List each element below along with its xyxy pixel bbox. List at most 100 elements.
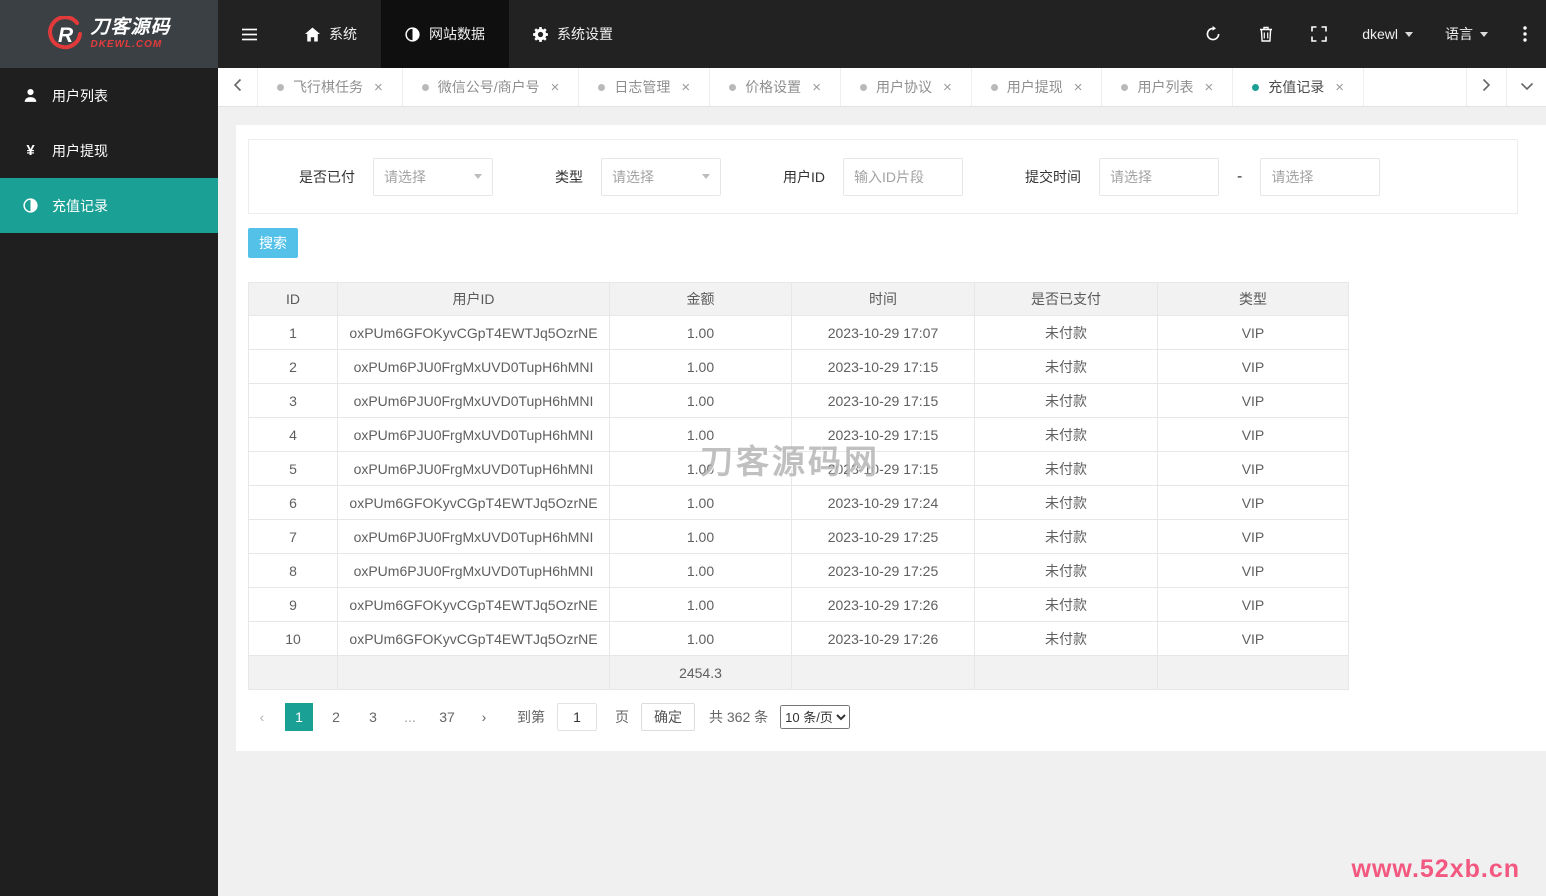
brand-logo-icon: R: [47, 16, 83, 52]
user-menu[interactable]: dkewl: [1346, 0, 1429, 68]
search-button[interactable]: 搜索: [248, 228, 298, 258]
table-cell: 未付款: [974, 621, 1158, 656]
chevron-down-icon: [1520, 78, 1534, 96]
more-menu-button[interactable]: [1504, 0, 1546, 68]
tabs-menu-button[interactable]: [1506, 68, 1546, 106]
tab-用户提现[interactable]: 用户提现 ×: [972, 68, 1103, 106]
table-cell: oxPUm6PJU0FrgMxUVD0TupH6hMNI: [337, 519, 610, 554]
sidebar-item-user-withdraw[interactable]: ¥ 用户提现: [0, 123, 218, 178]
confirm-page-button[interactable]: 确定: [641, 703, 695, 731]
table-footer-cell: [337, 655, 610, 690]
filter-user-id: 用户ID: [783, 157, 963, 196]
table-row: 4 oxPUm6PJU0FrgMxUVD0TupH6hMNI 1.00 2023-10…: [248, 417, 1349, 452]
language-label: 语言: [1445, 26, 1473, 42]
nav-item-label: 系统设置: [557, 26, 613, 42]
chevron-down-icon: [702, 174, 710, 179]
table-cell: VIP: [1157, 621, 1349, 656]
paid-status-select[interactable]: 请选择: [373, 157, 493, 196]
tabs-scroll-left-button[interactable]: [218, 68, 258, 106]
kebab-menu-icon: [1523, 26, 1527, 42]
table-cell: 2023-10-29 17:15: [791, 417, 975, 452]
tab-label: 用户提现: [1006, 79, 1063, 95]
gear-icon: [533, 26, 548, 42]
chevron-down-icon: [474, 174, 482, 179]
table-cell: 1.00: [609, 417, 792, 452]
page-button-37[interactable]: 37: [433, 703, 461, 731]
time-from-input[interactable]: [1099, 157, 1219, 196]
tab-close-icon[interactable]: ×: [681, 79, 690, 96]
table-cell: oxPUm6PJU0FrgMxUVD0TupH6hMNI: [337, 553, 610, 588]
table-cell: 4: [248, 417, 338, 452]
page-button-2[interactable]: 2: [322, 703, 350, 731]
time-to-input[interactable]: [1260, 157, 1381, 196]
table-cell: 1: [248, 315, 338, 350]
next-page-button[interactable]: ›: [470, 703, 498, 731]
tab-close-icon[interactable]: ×: [374, 79, 383, 96]
table-cell: 未付款: [974, 519, 1158, 554]
sidebar: 用户列表 ¥ 用户提现 充值记录: [0, 68, 218, 896]
goto-page-input[interactable]: [557, 703, 597, 731]
tab-价格设置[interactable]: 价格设置 ×: [710, 68, 841, 106]
sidebar-toggle-button[interactable]: [218, 0, 281, 68]
tab-close-icon[interactable]: ×: [1074, 79, 1083, 96]
time-range-separator: -: [1237, 167, 1243, 185]
brand-subtitle: DKEWL.COM: [90, 38, 163, 50]
table-cell: 2023-10-29 17:15: [791, 451, 975, 486]
tab-close-icon[interactable]: ×: [943, 79, 952, 96]
user-id-input[interactable]: [843, 157, 963, 196]
content-card: 是否已付 请选择 类型 请选择 用户ID 输入ID片段 提交时间 请选择 - 请…: [236, 125, 1546, 751]
table-cell: 1.00: [609, 315, 792, 350]
nav-item-system[interactable]: 系统: [281, 0, 381, 68]
tab-label: 充值记录: [1268, 79, 1325, 95]
table-cell: 1.00: [609, 519, 792, 554]
fullscreen-button[interactable]: [1292, 0, 1346, 68]
svg-text:R: R: [58, 24, 74, 47]
tabs-scroll-right-button[interactable]: [1466, 68, 1506, 106]
tab-close-icon[interactable]: ×: [1204, 79, 1213, 96]
table-cell: 2023-10-29 17:15: [791, 349, 975, 384]
records-table: ID 用户ID 金额 时间 是否已支付 类型 1 oxPUm6GFOKyvCGpT4EWTJ…: [248, 282, 1349, 690]
table-cell: 8: [248, 553, 338, 588]
tab-用户列表[interactable]: 用户列表 ×: [1102, 68, 1234, 106]
tab-close-icon[interactable]: ×: [812, 79, 821, 96]
nav-item-site-data[interactable]: 网站数据: [381, 0, 509, 68]
refresh-button[interactable]: [1186, 0, 1240, 68]
tab-充值记录[interactable]: 充值记录 ×: [1233, 68, 1365, 106]
table-cell: 未付款: [974, 349, 1158, 384]
page-button-3[interactable]: 3: [359, 703, 387, 731]
select-placeholder: 请选择: [612, 168, 654, 185]
table-cell: oxPUm6PJU0FrgMxUVD0TupH6hMNI: [337, 451, 610, 486]
table-cell: VIP: [1157, 315, 1349, 350]
user-icon: [22, 88, 39, 103]
chevron-right-icon: [1482, 78, 1491, 97]
table-cell: 3: [248, 383, 338, 418]
tab-close-icon[interactable]: ×: [551, 79, 560, 96]
page-button-1[interactable]: 1: [285, 703, 313, 731]
filter-type-label: 类型: [555, 168, 583, 185]
type-select[interactable]: 请选择: [601, 157, 721, 196]
table-cell: VIP: [1157, 451, 1349, 486]
page-size-select[interactable]: 10 条/页: [780, 705, 851, 729]
prev-page-button[interactable]: ‹: [248, 703, 276, 731]
tab-close-icon[interactable]: ×: [1335, 79, 1344, 96]
table-row: 9 oxPUm6GFOKyvCGpT4EWTJq5OzrNE 1.00 2023-10…: [248, 587, 1349, 622]
clear-cache-button[interactable]: [1240, 0, 1292, 68]
sidebar-item-recharge-records[interactable]: 充值记录: [0, 178, 218, 233]
filter-user-id-label: 用户ID: [783, 168, 825, 185]
column-header-ID: ID: [248, 282, 338, 316]
tab-status-dot: [859, 83, 867, 91]
column-header-是否已支付: 是否已支付: [974, 282, 1158, 316]
table-cell: 1.00: [609, 485, 792, 520]
nav-item-settings[interactable]: 系统设置: [509, 0, 637, 68]
tab-用户协议[interactable]: 用户协议 ×: [841, 68, 972, 106]
table-cell: oxPUm6PJU0FrgMxUVD0TupH6hMNI: [337, 417, 610, 452]
tab-日志管理[interactable]: 日志管理 ×: [579, 68, 711, 106]
tab-label: 微信公号/商户号: [437, 79, 540, 95]
sidebar-item-user-list[interactable]: 用户列表: [0, 68, 218, 123]
tab-飞行棋任务[interactable]: 飞行棋任务 ×: [258, 68, 403, 106]
language-menu[interactable]: 语言: [1429, 0, 1504, 68]
menu-hamburger-icon: [242, 27, 257, 42]
tab-微信公号/商户号[interactable]: 微信公号/商户号 ×: [403, 68, 580, 106]
table-cell: 6: [248, 485, 338, 520]
table-cell: 9: [248, 587, 338, 622]
